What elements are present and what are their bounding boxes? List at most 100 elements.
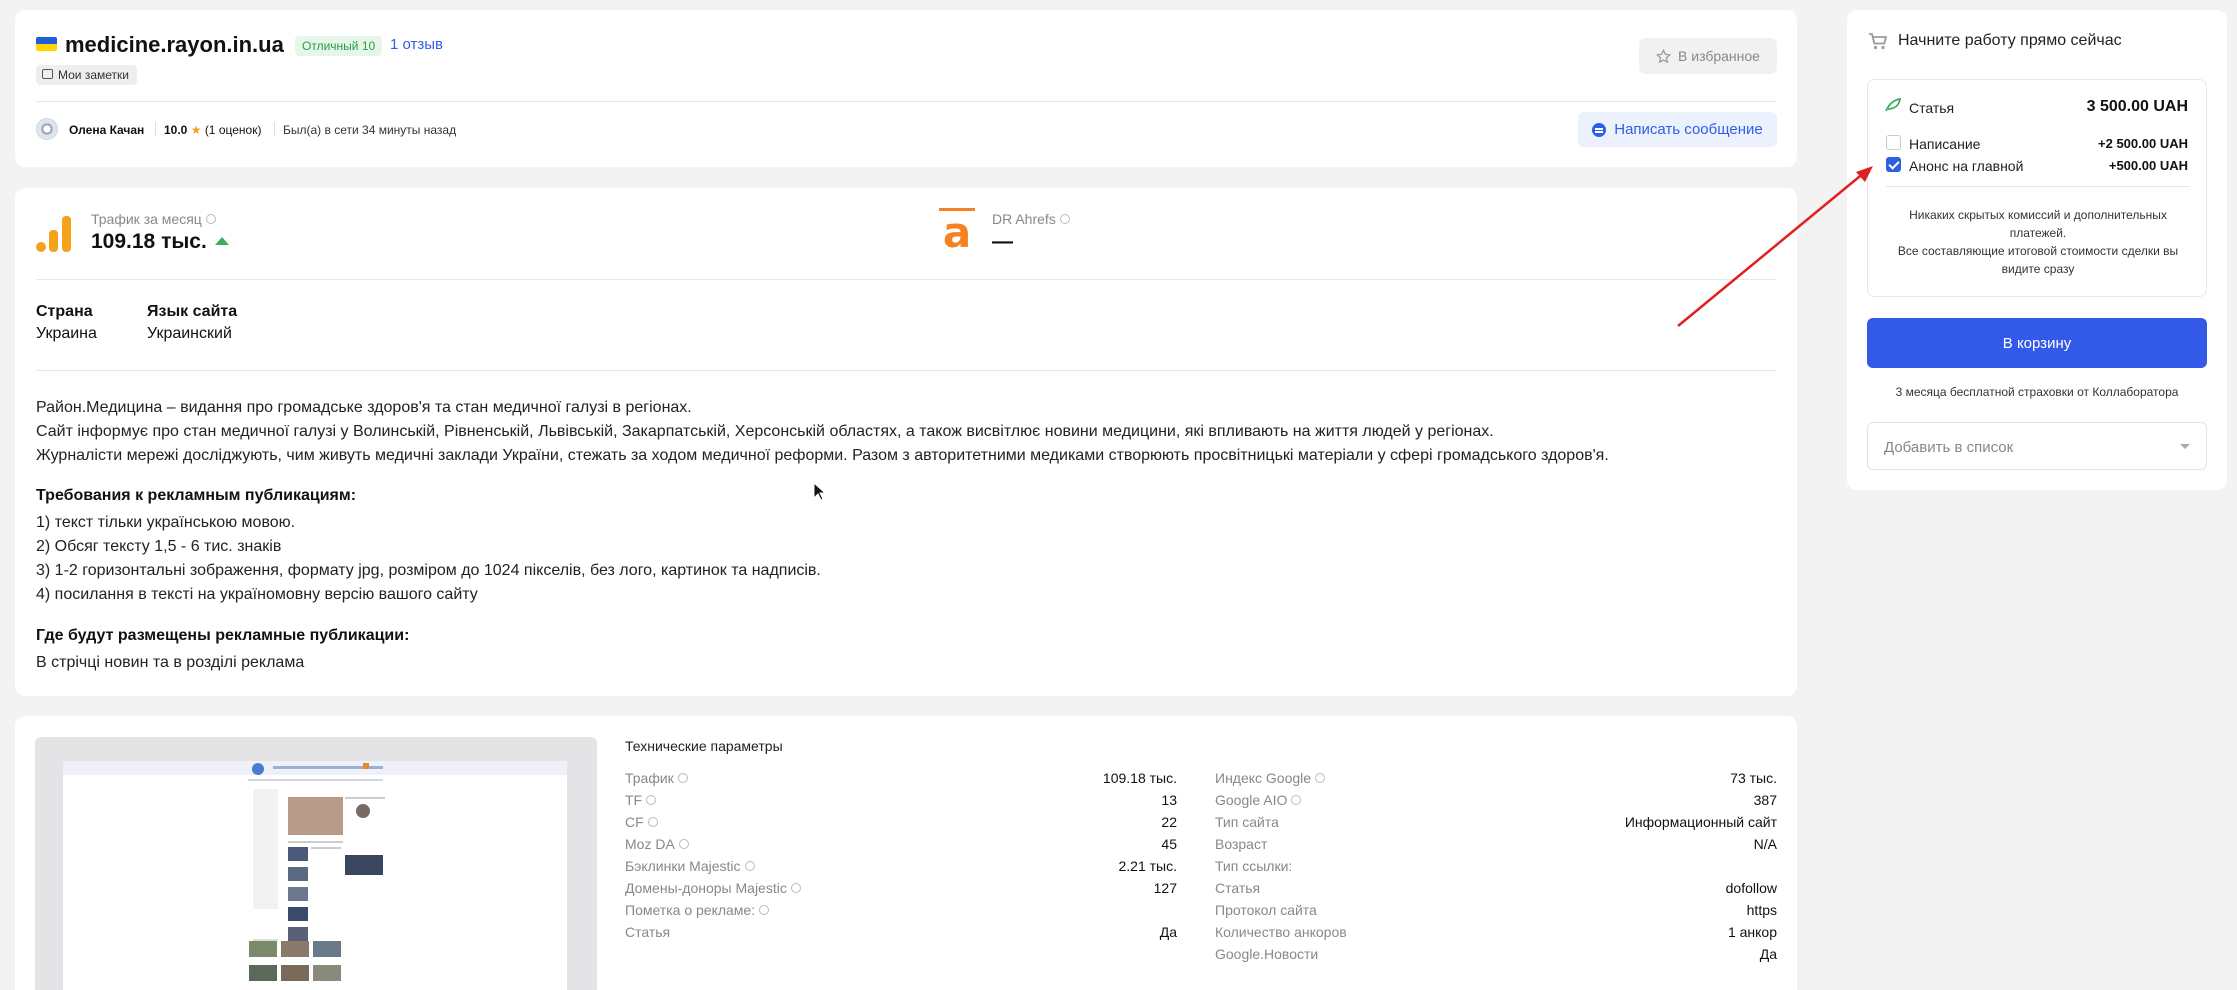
- site-header-card: medicine.rayon.in.ua Отличный 10 1 отзыв…: [15, 10, 1797, 167]
- requirements-title: Требования к рекламным публикациям:: [36, 487, 357, 504]
- info-icon[interactable]: [759, 905, 770, 915]
- divider: [274, 122, 275, 136]
- owner-name[interactable]: Олена Качан: [69, 123, 144, 137]
- tech-param-name: Протокол сайта: [1215, 902, 1317, 918]
- tech-param-value: 13: [1161, 792, 1177, 808]
- tech-param-value: https: [1746, 902, 1777, 918]
- tech-param-row: Трафик 109.18 тыс.: [625, 770, 1177, 788]
- order-sidebar: Начните работу прямо сейчас Статья 3 500…: [1847, 10, 2227, 490]
- ukraine-flag-icon: [36, 37, 57, 51]
- writing-label[interactable]: Написание: [1909, 136, 1980, 152]
- country-label: Страна: [36, 303, 93, 320]
- trend-up-icon: [214, 237, 229, 245]
- tech-param-name-text: TF: [625, 792, 643, 808]
- info-icon[interactable]: [678, 839, 689, 849]
- sidebar-heading: Начните работу прямо сейчас: [1898, 32, 2122, 49]
- info-icon[interactable]: [1059, 214, 1070, 224]
- tech-param-name: CF: [625, 814, 658, 830]
- tech-param-value: 22: [1161, 814, 1177, 830]
- divider: [155, 122, 156, 136]
- tech-param-name-text: Домены-доноры Majestic: [625, 880, 787, 896]
- tech-param-row: Возраст N/A: [1215, 836, 1777, 854]
- description-line: Журналісти мережі досліджують, чим живут…: [36, 447, 1609, 464]
- info-icon[interactable]: [205, 214, 216, 224]
- requirement-item: 2) Обсяг тексту 1,5 - 6 тис. знаків: [36, 538, 282, 555]
- tech-param-name: Тип сайта: [1215, 814, 1279, 830]
- tech-param-value: 127: [1153, 880, 1177, 896]
- tech-param-name: Статья: [625, 924, 670, 940]
- price-note-line: Все составляющие итоговой стоимости сдел…: [1897, 244, 2179, 276]
- placement-title: Где будут размещены рекламные публикации…: [36, 627, 410, 644]
- tech-param-name-text: Тип ссылки:: [1215, 858, 1293, 874]
- notes-button[interactable]: Мои заметки: [36, 65, 137, 85]
- favorite-button[interactable]: В избранное: [1639, 38, 1777, 74]
- tech-param-name-text: Трафик: [625, 770, 674, 786]
- tech-param-name-text: Google.Новости: [1215, 946, 1319, 962]
- tech-param-name: Возраст: [1215, 836, 1267, 852]
- tech-param-name: Статья: [1215, 880, 1260, 896]
- add-to-cart-button[interactable]: В корзину: [1867, 318, 2207, 368]
- site-screenshot-image: [63, 761, 567, 990]
- info-icon[interactable]: [677, 773, 688, 783]
- info-icon[interactable]: [790, 883, 801, 893]
- avatar[interactable]: [36, 118, 58, 140]
- tech-param-value: 109.18 тыс.: [1102, 770, 1177, 786]
- tech-param-value: 73 тыс.: [1730, 770, 1777, 786]
- site-screenshot[interactable]: [35, 737, 597, 990]
- requirement-item: 4) посилання в тексті на україномовну ве…: [36, 586, 478, 603]
- tech-param-name-text: Индекс Google: [1215, 770, 1312, 786]
- language-value: Украинский: [147, 325, 232, 342]
- tech-param-name-text: Возраст: [1215, 836, 1268, 852]
- tech-param-row: Индекс Google 73 тыс.: [1215, 770, 1777, 788]
- tech-param-name-text: Протокол сайта: [1215, 902, 1317, 918]
- traffic-value-text: 109.18 тыс.: [91, 230, 207, 253]
- tech-param-name-text: CF: [625, 814, 644, 830]
- dr-label-text: DR Ahrefs: [992, 211, 1056, 227]
- tech-param-name: TF: [625, 792, 657, 808]
- tech-param-name: Google AIO: [1215, 792, 1302, 808]
- info-icon[interactable]: [744, 861, 755, 871]
- traffic-label-text: Трафик за месяц: [91, 211, 202, 227]
- traffic-chart-icon: [36, 214, 80, 252]
- ahrefs-logo-icon: a: [939, 208, 975, 252]
- article-label: Статья: [1909, 100, 1955, 116]
- tech-param-name-text: Тип сайта: [1215, 814, 1279, 830]
- insurance-note: 3 месяца бесплатной страховки от Коллабо…: [1895, 385, 2179, 399]
- add-to-list-select[interactable]: Добавить в список: [1867, 422, 2207, 470]
- owner-score: 10.0 ★ (1 оценок): [164, 123, 261, 137]
- tech-param-name-text: Moz DA: [625, 836, 675, 852]
- tech-param-name-text: Google AIO: [1215, 792, 1288, 808]
- requirement-item: 3) 1-2 горизонтальні зображення, формату…: [36, 562, 821, 579]
- tech-param-name: Трафик: [625, 770, 688, 786]
- chat-icon: [1592, 122, 1607, 137]
- tech-param-row: Google.Новости Да: [1215, 946, 1777, 964]
- tech-param-value: Информационный сайт: [1624, 814, 1777, 830]
- site-info-card: Трафик за месяц 109.18 тыс. a DR Ahrefs …: [15, 188, 1797, 696]
- tech-param-name: Количество анкоров: [1215, 924, 1347, 940]
- tech-param-name: Moz DA: [625, 836, 689, 852]
- placement-text: В стрічці новин та в розділі реклама: [36, 654, 305, 671]
- tech-param-row: CF 22: [625, 814, 1177, 832]
- homepage-announce-label[interactable]: Анонс на главной: [1909, 158, 2023, 174]
- divider: [36, 370, 1777, 371]
- dr-value: —: [992, 230, 1013, 253]
- send-message-label: Написать сообщение: [1614, 121, 1763, 138]
- description-line: Район.Медицина – видання про громадське …: [36, 399, 692, 416]
- writing-checkbox[interactable]: [1886, 135, 1901, 150]
- info-icon[interactable]: [1291, 795, 1302, 805]
- homepage-announce-price: +500.00 UAH: [2108, 158, 2188, 173]
- price-note: Никаких скрытых комиссий и дополнительны…: [1882, 206, 2194, 278]
- tech-param-row: Пометка о рекламе:: [625, 902, 1177, 920]
- info-icon[interactable]: [647, 817, 658, 827]
- homepage-announce-checkbox[interactable]: [1886, 157, 1901, 172]
- info-icon[interactable]: [1315, 773, 1326, 783]
- cart-icon: [1869, 33, 1887, 50]
- site-title[interactable]: medicine.rayon.in.ua: [65, 32, 284, 58]
- reviews-link[interactable]: 1 отзыв: [390, 36, 443, 53]
- tech-param-value: N/A: [1753, 836, 1777, 852]
- language-label: Язык сайта: [147, 303, 238, 320]
- tech-params-title: Технические параметры: [625, 738, 783, 754]
- tech-param-name-text: Статья: [625, 924, 671, 940]
- send-message-button[interactable]: Написать сообщение: [1578, 112, 1777, 147]
- info-icon[interactable]: [646, 795, 657, 805]
